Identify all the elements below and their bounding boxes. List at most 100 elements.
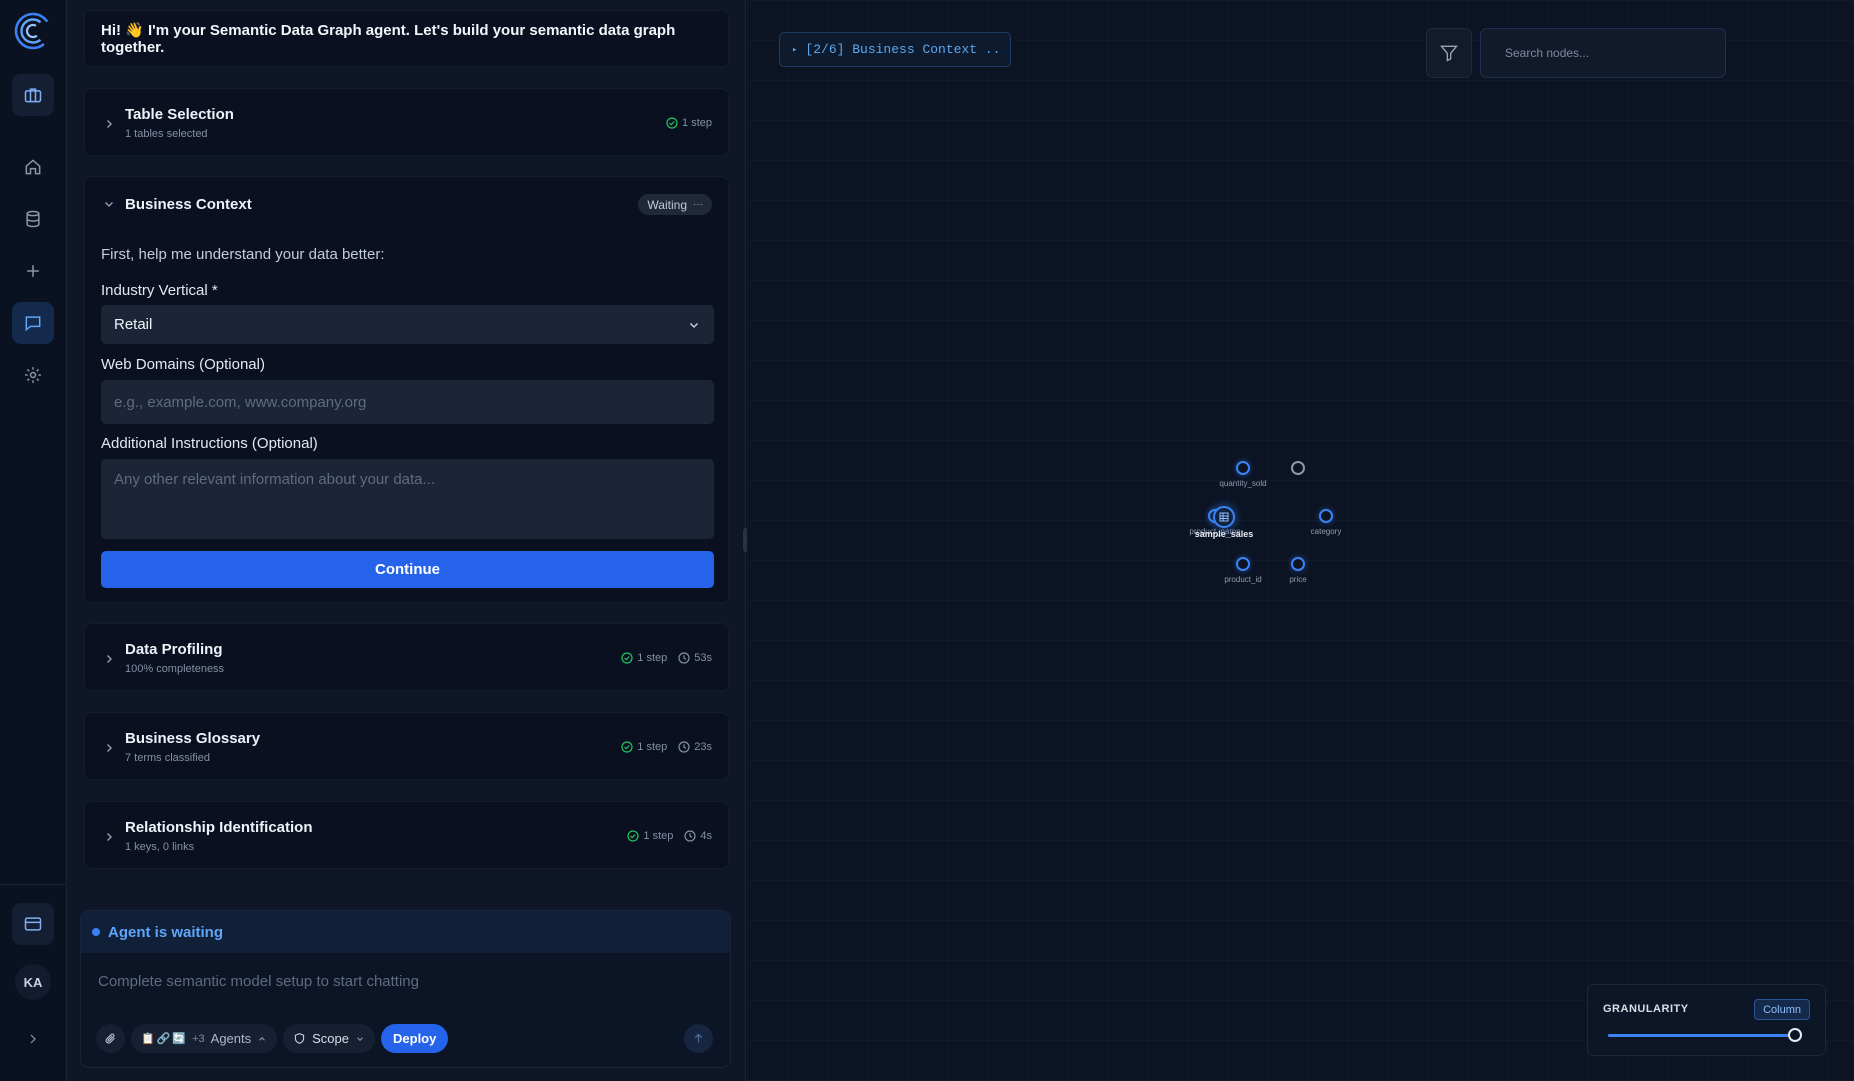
workspace-button[interactable] (12, 74, 54, 116)
step-meta: 1 step 4s (627, 830, 712, 842)
graph-canvas[interactable]: ▸ [2/6] Business Context .. (747, 0, 1854, 1081)
deploy-button[interactable]: Deploy (381, 1024, 449, 1053)
clock-icon (678, 652, 690, 664)
check-circle-icon (666, 117, 678, 129)
attach-button[interactable] (96, 1024, 125, 1053)
link-icon: 🔗 (156, 1033, 171, 1045)
step-business-glossary[interactable]: Business Glossary 7 terms classified 1 s… (84, 712, 729, 780)
granularity-value-badge: Column (1754, 999, 1810, 1020)
step-duration: 23s (694, 741, 712, 753)
graph-node-product-id[interactable] (1236, 557, 1250, 571)
granularity-panel: GRANULARITY Column (1587, 984, 1826, 1056)
agents-label: Agents (210, 1031, 252, 1046)
billing-button[interactable] (12, 903, 54, 945)
nav-chat[interactable] (12, 302, 54, 344)
granularity-slider-thumb[interactable] (1788, 1028, 1802, 1042)
granularity-slider-fill (1608, 1034, 1795, 1037)
agent-status-text: Agent is waiting (108, 923, 224, 941)
nav-settings[interactable] (12, 354, 54, 396)
node-label: product_id (1224, 575, 1262, 584)
briefcase-icon (24, 88, 42, 103)
industry-value: Retail (114, 316, 153, 333)
left-rail: KA (0, 0, 67, 1081)
filter-button[interactable] (1426, 28, 1472, 78)
step-business-context: Business Context Waiting ··· First, help… (84, 176, 729, 603)
send-button[interactable] (684, 1024, 713, 1053)
nav-home[interactable] (12, 146, 54, 188)
chevron-right-icon (106, 743, 113, 753)
nav-new[interactable] (12, 250, 54, 292)
status-badge: Waiting ··· (638, 194, 712, 215)
instructions-label: Additional Instructions (Optional) (101, 435, 318, 452)
graph-node-unlabeled[interactable] (1291, 461, 1305, 475)
scope-label: Scope (312, 1031, 350, 1046)
chevron-down-icon (357, 1036, 363, 1041)
expand-sidebar-button[interactable] (12, 1018, 54, 1060)
step-subtitle: 7 terms classified (125, 752, 210, 764)
step-title: Data Profiling (125, 641, 223, 658)
chevron-right-icon (106, 832, 113, 842)
step-count: 1 step (637, 741, 668, 753)
node-label: category (1310, 527, 1342, 536)
graph-node-quantity-sold[interactable] (1236, 461, 1250, 475)
nav-database[interactable] (12, 198, 54, 240)
shield-icon (295, 1033, 305, 1044)
step-count: 1 step (643, 830, 674, 842)
plus-icon (27, 265, 39, 277)
agents-button[interactable]: 📋 🔗 🔄 +3 Agents (131, 1024, 278, 1053)
chat-input[interactable] (98, 966, 698, 996)
more-dots-icon: ··· (693, 199, 703, 210)
granularity-slider[interactable] (1608, 1028, 1802, 1042)
credit-card-icon (24, 917, 42, 931)
step-meta: 1 step 53s (621, 652, 712, 664)
step-meta: 1 step 23s (621, 741, 712, 753)
graph-node-price[interactable] (1291, 557, 1305, 571)
chevron-right-icon (106, 654, 113, 664)
web-domains-input[interactable] (101, 380, 714, 424)
industry-select[interactable]: Retail (101, 305, 714, 344)
search-nodes-input[interactable] (1480, 28, 1726, 78)
avatar[interactable]: KA (15, 964, 51, 1000)
table-icon (1219, 512, 1229, 522)
step-title: Relationship Identification (125, 819, 313, 836)
instructions-input[interactable] (101, 459, 714, 539)
chat-composer: Agent is waiting 📋 🔗 🔄 +3 Agents Scope D… (80, 910, 731, 1068)
agents-extra-count: +3 (192, 1032, 205, 1045)
business-context-intro: First, help me understand your data bett… (101, 246, 385, 263)
step-data-profiling[interactable]: Data Profiling 100% completeness 1 step … (84, 623, 729, 691)
step-subtitle: 1 tables selected (125, 128, 208, 140)
status-dot (92, 928, 100, 936)
rail-divider (0, 884, 67, 885)
node-label: price (1289, 575, 1307, 584)
chat-icon (25, 316, 41, 332)
step-duration: 53s (694, 652, 712, 664)
step-duration: 4s (700, 830, 712, 842)
app-logo[interactable] (13, 11, 53, 51)
continue-button[interactable]: Continue (101, 551, 714, 588)
step-relationship-identification[interactable]: Relationship Identification 1 keys, 0 li… (84, 801, 729, 869)
clipboard-icon: 📋 (141, 1033, 155, 1045)
chevron-down-icon (689, 322, 699, 329)
chat-toolbar: 📋 🔗 🔄 +3 Agents Scope Deploy (96, 1024, 449, 1053)
chevron-right-icon (30, 1034, 36, 1044)
scope-button[interactable]: Scope (283, 1024, 376, 1053)
chat-panel: Hi! 👋 I'm your Semantic Data Graph agent… (67, 0, 746, 1081)
step-title: Table Selection (125, 106, 234, 123)
check-circle-icon (621, 741, 633, 753)
step-title: Business Glossary (125, 730, 261, 747)
caret-right-icon: ▸ (792, 44, 798, 55)
step-table-selection[interactable]: Table Selection 1 tables selected 1 step (84, 88, 729, 156)
greeting-message: Hi! 👋 I'm your Semantic Data Graph agent… (84, 10, 729, 67)
gear-icon (25, 367, 41, 383)
graph-node-category[interactable] (1319, 509, 1333, 523)
web-domains-label: Web Domains (Optional) (101, 356, 265, 373)
stage-indicator[interactable]: ▸ [2/6] Business Context .. (779, 32, 1011, 67)
clock-icon (684, 830, 696, 842)
chevron-down-icon[interactable] (103, 198, 115, 210)
center-node-label: sample_sales (1194, 529, 1254, 539)
chevron-up-icon (259, 1036, 266, 1041)
home-icon (25, 159, 41, 175)
step-count: 1 step (682, 117, 712, 129)
graph-node-table[interactable] (1213, 506, 1235, 528)
check-circle-icon (627, 830, 640, 842)
